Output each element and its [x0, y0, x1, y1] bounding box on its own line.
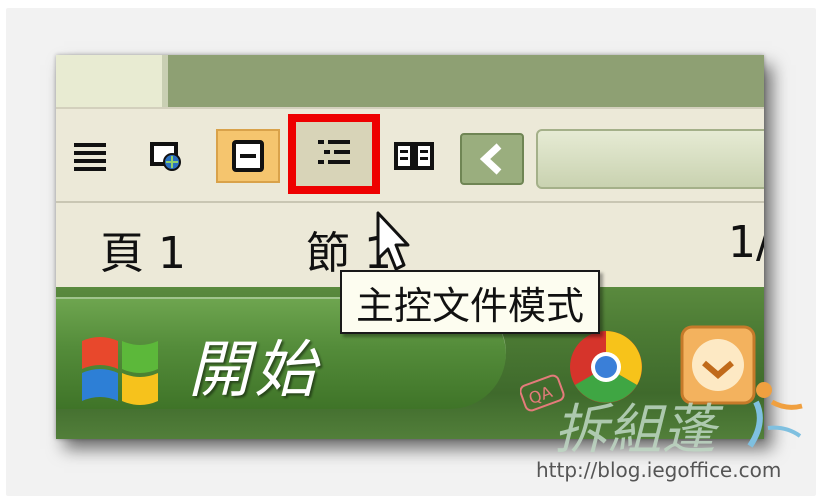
reading-layout-view-button[interactable]: [382, 129, 446, 183]
page-icon: [232, 140, 264, 172]
horizontal-scrollbar[interactable]: [536, 129, 764, 189]
start-label: 開始: [188, 333, 321, 406]
print-layout-view-button[interactable]: [216, 129, 280, 183]
watermark-url: http://blog.iegoffice.com: [536, 458, 782, 482]
watermark-logo: QA 拆組蓬: [520, 374, 803, 460]
page-count: 1/: [728, 217, 764, 268]
lines-icon: [74, 143, 106, 171]
page-indicator: 頁 1: [100, 228, 186, 279]
mouse-cursor-icon: [376, 211, 410, 271]
web-layout-view-button[interactable]: [134, 129, 198, 183]
document-tab[interactable]: [56, 55, 168, 107]
normal-view-button[interactable]: [58, 129, 122, 183]
master-document-view-button[interactable]: [288, 114, 380, 194]
chevron-left-icon: [479, 143, 502, 175]
web-page-icon: [150, 142, 181, 171]
watermark-title: 拆組蓬: [554, 398, 724, 460]
tooltip-text: 主控文件模式: [356, 283, 585, 328]
scroll-left-button[interactable]: [460, 133, 524, 185]
book-icon: [394, 142, 434, 170]
tooltip: 主控文件模式: [340, 270, 601, 334]
view-toolbar: [56, 107, 764, 199]
outline-icon: [318, 140, 350, 164]
tab-bar: [56, 55, 764, 107]
windows-logo-icon: [82, 337, 158, 405]
